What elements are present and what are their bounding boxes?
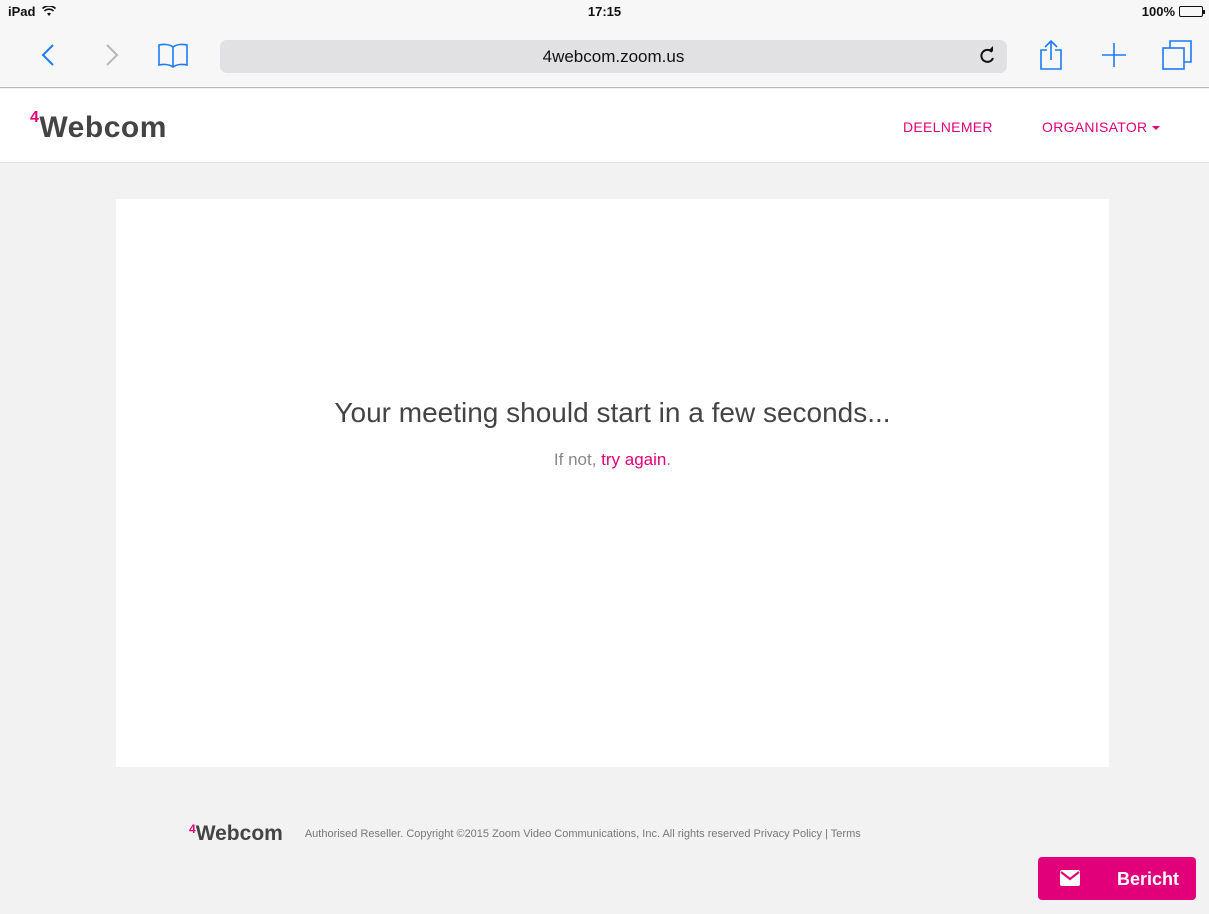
logo-text: Webcom [39, 111, 167, 144]
nav-organisator-label: ORGANISATOR [1042, 119, 1148, 135]
retry-prefix: If not, [553, 450, 602, 469]
envelope-icon [1060, 870, 1080, 886]
battery-icon [1179, 6, 1205, 17]
retry-suffix: . [666, 450, 672, 469]
meeting-headline: Your meeting should start in a few secon… [334, 397, 891, 428]
status-bar: iPad 17:15 100% [0, 0, 1209, 22]
reload-button[interactable] [977, 45, 997, 72]
chevron-left-icon [41, 44, 54, 66]
footer: 4Webcom Authorised Reseller. Copyright ©… [189, 822, 861, 846]
retry-line: If not, try again. [116, 450, 1109, 470]
try-again-link[interactable]: try again [601, 450, 666, 469]
share-button[interactable] [1039, 22, 1063, 88]
tabs-button[interactable] [1160, 22, 1194, 88]
caret-down-icon [1152, 126, 1161, 131]
address-bar[interactable]: 4webcom.zoom.us [220, 40, 1007, 73]
url-text: 4webcom.zoom.us [542, 47, 685, 66]
footer-copyright: Authorised Reseller. Copyright ©2015 Zoo… [304, 828, 861, 840]
bookmarks-button[interactable] [156, 22, 190, 88]
message-button-label: Bericht [1117, 869, 1180, 889]
status-time: 17:15 [587, 4, 622, 19]
new-tab-button[interactable] [1100, 22, 1128, 88]
site-logo[interactable]: 4Webcom [30, 109, 167, 145]
footer-logo-superscript: 4 [189, 822, 196, 836]
share-icon [1040, 39, 1062, 70]
footer-logo: 4Webcom [189, 822, 283, 846]
book-icon [158, 43, 188, 68]
back-button[interactable] [36, 22, 60, 88]
site-header: 4Webcom DEELNEMER ORGANISATOR [0, 89, 1209, 163]
footer-logo-text: Webcom [195, 822, 283, 845]
battery-percent: 100% [1141, 4, 1175, 19]
tabs-icon [1162, 40, 1192, 70]
main-card: Your meeting should start in a few secon… [116, 199, 1109, 767]
forward-button[interactable] [100, 22, 124, 88]
status-battery: 100% [1141, 4, 1205, 19]
message-button[interactable]: Bericht [1038, 857, 1196, 900]
plus-icon [1102, 43, 1126, 67]
nav-deelnemer[interactable]: DEELNEMER [903, 119, 993, 135]
nav-organisator[interactable]: ORGANISATOR [1042, 119, 1161, 135]
browser-toolbar: 4webcom.zoom.us [0, 22, 1209, 88]
reload-icon [980, 46, 994, 63]
logo-superscript: 4 [30, 109, 40, 126]
chevron-right-icon [106, 44, 119, 66]
